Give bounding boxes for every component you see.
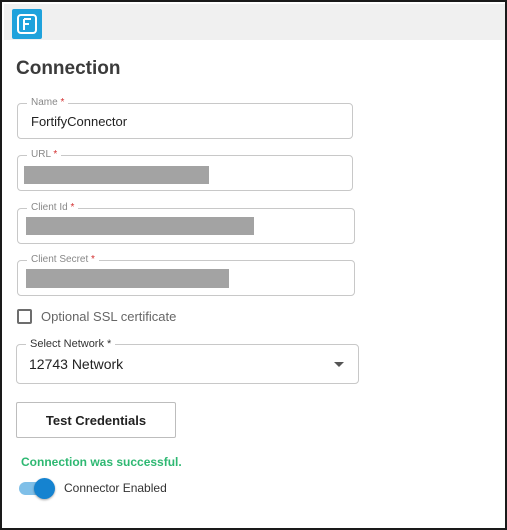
app-logo-icon	[12, 9, 42, 39]
client-id-redacted-value	[26, 217, 254, 235]
url-redacted-value	[24, 166, 209, 184]
connector-enabled-label: Connector Enabled	[64, 481, 167, 495]
network-label: Select Network *	[26, 337, 116, 351]
client-secret-redacted-value	[26, 269, 229, 288]
name-value: FortifyConnector	[31, 114, 128, 129]
client-secret-label: Client Secret *	[27, 253, 99, 267]
connection-status-message: Connection was successful.	[21, 455, 182, 469]
top-bar	[4, 4, 505, 40]
client-id-field[interactable]: Client Id *	[17, 201, 355, 244]
name-label: Name *	[27, 96, 69, 110]
toggle-thumb	[34, 478, 55, 499]
connector-enabled-option[interactable]: Connector Enabled	[17, 478, 167, 499]
chevron-down-icon[interactable]	[334, 362, 344, 367]
test-credentials-button[interactable]: Test Credentials	[16, 402, 176, 438]
name-field[interactable]: Name * FortifyConnector	[17, 96, 353, 139]
url-label: URL *	[27, 148, 62, 162]
network-select[interactable]: Select Network * 12743 Network	[16, 337, 359, 384]
client-secret-field[interactable]: Client Secret *	[17, 253, 355, 296]
network-selected-value: 12743 Network	[29, 356, 124, 372]
page-title: Connection	[16, 58, 121, 79]
connector-enabled-toggle[interactable]	[17, 478, 55, 499]
url-field[interactable]: URL *	[17, 148, 353, 191]
ssl-certificate-option[interactable]: Optional SSL certificate	[17, 309, 176, 324]
client-id-label: Client Id *	[27, 201, 79, 215]
ssl-certificate-label: Optional SSL certificate	[41, 309, 177, 324]
ssl-certificate-checkbox[interactable]	[17, 309, 32, 324]
